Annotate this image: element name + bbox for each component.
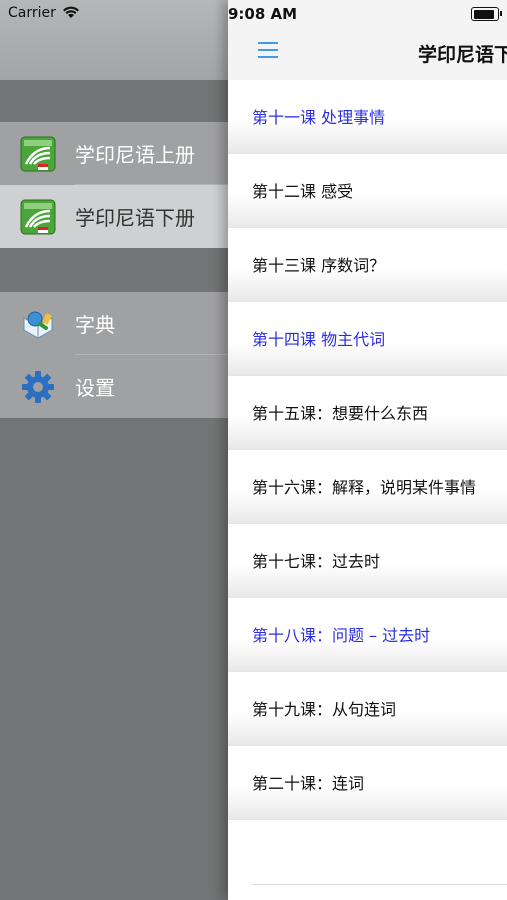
lesson-label: 第十四课 物主代词 — [252, 330, 386, 349]
divider — [252, 884, 507, 885]
drawer-tools-group: 字典 设置 — [0, 292, 228, 418]
lesson-label: 第十一课 处理事情 — [252, 108, 386, 127]
status-bar-left: Carrier — [0, 0, 228, 80]
drawer-item-label: 学印尼语上册 — [75, 143, 195, 167]
lesson-label: 第二十课：连词 — [252, 774, 365, 793]
lesson-label: 第十三课 序数词？ — [252, 256, 386, 275]
lesson-label: 第十九课：从句连词 — [252, 700, 397, 719]
drawer-item-label: 学印尼语下册 — [75, 206, 195, 230]
carrier-label: Carrier — [8, 5, 56, 21]
drawer-books-group: 学印尼语上册 学印尼语下册 — [0, 122, 228, 248]
drawer-item-settings[interactable]: 设置 — [0, 355, 228, 418]
battery-icon — [471, 7, 502, 21]
lesson-label: 第十六课：解释，说明某件事情 — [252, 478, 477, 497]
book-cover-icon — [20, 136, 56, 171]
drawer-item-label: 设置 — [75, 376, 115, 400]
lesson-row[interactable]: 第十八课：问题 – 过去时 — [228, 598, 507, 672]
lesson-row[interactable]: 第十四课 物主代词 — [228, 302, 507, 376]
dictionary-icon — [23, 311, 53, 339]
page-title: 学印尼语下 — [418, 44, 507, 66]
lesson-list: 第十一课 处理事情 第十二课 感受第十三课 序数词？ 第十四课 物主代词第十五课：想… — [228, 80, 507, 820]
lesson-row[interactable]: 第十一课 处理事情 — [228, 80, 507, 154]
lesson-label: 第十七课：过去时 — [252, 552, 381, 571]
wifi-icon — [63, 6, 79, 18]
lesson-row[interactable]: 第十五课：想要什么东西 — [228, 376, 507, 450]
drawer-item-dictionary[interactable]: 字典 — [0, 292, 228, 355]
gear-icon — [22, 370, 54, 403]
lesson-label: 第十五课：想要什么东西 — [252, 404, 429, 423]
lesson-label: 第十二课 感受 — [252, 182, 354, 201]
lesson-label: 第十八课：问题 – 过去时 — [252, 626, 431, 645]
hamburger-menu-icon[interactable] — [258, 42, 278, 58]
lesson-row[interactable]: 第十九课：从句连词 — [228, 672, 507, 746]
drawer-item-book-1[interactable]: 学印尼语上册 — [0, 122, 228, 185]
lesson-row[interactable]: 第十七课：过去时 — [228, 524, 507, 598]
lesson-row[interactable]: 第十二课 感受 — [228, 154, 507, 228]
book-cover-icon — [20, 199, 56, 234]
drawer-item-book-2[interactable]: 学印尼语下册 — [0, 185, 228, 248]
drawer-item-label: 字典 — [75, 313, 115, 337]
navigation-bar: 9:08 AM 学印尼语下 — [228, 0, 507, 80]
side-drawer: Carrier 学印尼语上册 学印尼语下册 字典 设置 — [0, 0, 228, 900]
status-time: 9:08 AM — [228, 5, 298, 23]
lesson-row[interactable]: 第十六课：解释，说明某件事情 — [228, 450, 507, 524]
main-panel: 9:08 AM 学印尼语下 第十一课 处理事情 第十二课 感受 第十三课 序数词？第… — [228, 0, 507, 900]
lesson-row[interactable]: 第十三课 序数词？ — [228, 228, 507, 302]
lesson-row[interactable]: 第二十课：连词 — [228, 746, 507, 820]
